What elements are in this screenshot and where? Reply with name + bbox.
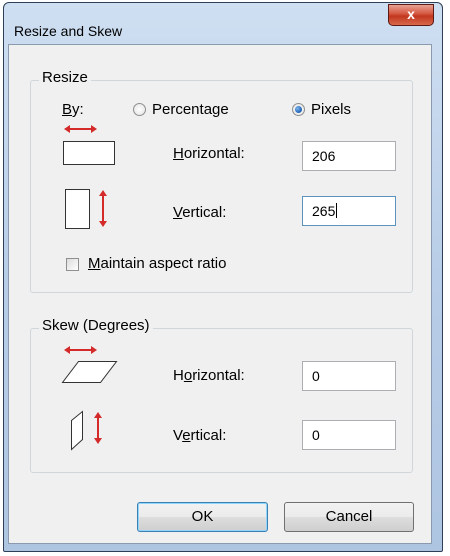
window-title: Resize and Skew — [14, 23, 123, 39]
close-button[interactable]: x — [388, 4, 434, 26]
skew-vertical-icon — [71, 410, 102, 451]
resize-vertical-label: Vertical: — [173, 204, 227, 221]
resize-vertical-input[interactable]: 265 — [302, 196, 396, 226]
cancel-button[interactable]: Cancel — [284, 502, 414, 532]
by-label: By: — [62, 101, 84, 118]
skew-vertical-label: Vertical: — [173, 427, 227, 444]
percentage-radio[interactable] — [133, 103, 146, 116]
skew-vertical-input[interactable]: 0 — [302, 420, 396, 450]
percentage-label[interactable]: Percentage — [152, 101, 229, 118]
pixels-label[interactable]: Pixels — [311, 101, 351, 118]
skew-horizontal-label: Horizontal: — [173, 367, 245, 384]
text-caret — [336, 203, 338, 218]
skew-horizontal-input[interactable]: 0 — [302, 361, 396, 391]
resize-horizontal-input[interactable]: 206 — [302, 141, 396, 171]
close-icon: x — [407, 6, 415, 22]
skew-group-label: Skew (Degrees) — [39, 317, 153, 334]
resize-horizontal-icon — [63, 125, 115, 165]
resize-group-label: Resize — [39, 69, 91, 86]
skew-horizontal-icon — [61, 346, 118, 383]
pixels-radio[interactable] — [292, 103, 305, 116]
resize-horizontal-label: Horizontal: — [173, 145, 245, 162]
ok-button[interactable]: OK — [137, 502, 268, 532]
maintain-aspect-label[interactable]: Maintain aspect ratio — [88, 255, 226, 272]
resize-vertical-icon — [65, 189, 107, 229]
maintain-aspect-checkbox[interactable] — [66, 258, 79, 271]
title-bar[interactable]: Resize and Skew x — [4, 3, 442, 39]
